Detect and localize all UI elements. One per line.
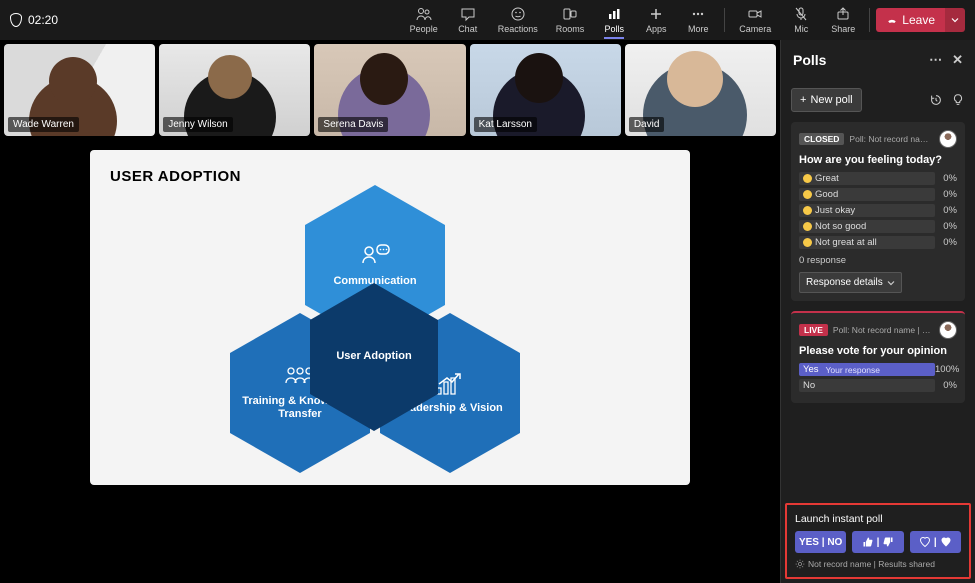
avatar xyxy=(939,321,957,339)
plus-icon xyxy=(648,6,664,22)
meeting-toolbar: People Chat Reactions Rooms Polls Apps M… xyxy=(402,4,965,36)
panel-more-icon[interactable]: ⋯ xyxy=(929,52,942,68)
chevron-down-icon xyxy=(951,16,959,24)
response-details-button[interactable]: Response details xyxy=(799,272,902,293)
heart-icon xyxy=(919,536,931,548)
plus-icon: + xyxy=(800,94,806,106)
launch-title: Launch instant poll xyxy=(795,513,961,525)
share-icon xyxy=(835,6,851,22)
mic-button[interactable]: Mic xyxy=(781,4,821,36)
top-bar: 02:20 People Chat Reactions Rooms Polls … xyxy=(0,0,975,40)
poll-option: Good 0% xyxy=(799,188,957,201)
participant-tile[interactable]: Jenny Wilson xyxy=(159,44,310,136)
participant-tile[interactable]: Kat Larsson xyxy=(470,44,621,136)
emoji-icon xyxy=(803,238,812,247)
heart-filled-icon xyxy=(940,536,952,548)
leave-icon xyxy=(886,14,898,26)
avatar xyxy=(939,130,957,148)
leadership-icon xyxy=(435,370,465,396)
emoji-icon xyxy=(803,206,812,215)
chat-icon xyxy=(460,6,476,22)
panel-toolbar: + New poll xyxy=(781,80,975,114)
poll-response-count: 0 response xyxy=(799,255,957,266)
status-badge: LIVE xyxy=(799,324,828,336)
emoji-icon xyxy=(803,222,812,231)
reactions-button[interactable]: Reactions xyxy=(490,4,546,36)
main-area: Wade Warren Jenny Wilson Serena Davis Ka… xyxy=(0,40,975,583)
status-badge: CLOSED xyxy=(799,133,844,145)
polls-panel: Polls ⋯ ✕ + New poll CLOSED Poll: Not re… xyxy=(780,40,975,583)
emoji-icon xyxy=(803,190,812,199)
poll-option: Not so good 0% xyxy=(799,220,957,233)
participant-name: Kat Larsson xyxy=(474,117,537,132)
separator xyxy=(724,8,725,32)
camera-button[interactable]: Camera xyxy=(731,4,779,36)
meeting-timer: 02:20 xyxy=(10,13,58,27)
launch-hearts-button[interactable]: | xyxy=(910,531,961,553)
poll-card-closed: CLOSED Poll: Not record name | ... How a… xyxy=(791,122,965,301)
panel-title: Polls xyxy=(793,52,826,68)
poll-card-live: LIVE Poll: Not record name | Res... Plea… xyxy=(791,311,965,403)
meeting-stage: Wade Warren Jenny Wilson Serena Davis Ka… xyxy=(0,40,780,583)
poll-option[interactable]: YesYour response 100% xyxy=(799,363,957,376)
poll-question: Please vote for your opinion xyxy=(799,345,957,357)
chat-button[interactable]: Chat xyxy=(448,4,488,36)
poll-meta: Poll: Not record name | ... xyxy=(849,134,934,144)
idea-icon[interactable] xyxy=(951,93,965,107)
participant-name: Jenny Wilson xyxy=(163,117,232,132)
gear-icon xyxy=(795,559,805,569)
participant-name: David xyxy=(629,117,665,132)
rooms-icon xyxy=(562,6,578,22)
shield-icon xyxy=(10,13,22,27)
separator xyxy=(869,8,870,32)
poll-option: Great 0% xyxy=(799,172,957,185)
polls-button[interactable]: Polls xyxy=(594,4,634,36)
emoji-icon xyxy=(803,174,812,183)
apps-button[interactable]: Apps xyxy=(636,4,676,36)
participant-tile[interactable]: David xyxy=(625,44,776,136)
more-button[interactable]: More xyxy=(678,4,718,36)
panel-header: Polls ⋯ ✕ xyxy=(781,40,975,80)
slide-title: USER ADOPTION xyxy=(110,168,670,185)
launch-yesno-button[interactable]: YES | NO xyxy=(795,531,846,553)
rooms-button[interactable]: Rooms xyxy=(548,4,593,36)
hex-diagram: Communication Training & Knowledge Trans… xyxy=(110,185,670,475)
camera-icon xyxy=(747,6,763,22)
poll-meta: Poll: Not record name | Res... xyxy=(833,325,934,335)
communication-icon xyxy=(359,241,391,269)
shared-slide: USER ADOPTION Communication Training & K… xyxy=(90,150,690,485)
leave-caret-button[interactable] xyxy=(945,8,965,32)
share-button[interactable]: Share xyxy=(823,4,863,36)
new-poll-button[interactable]: + New poll xyxy=(791,88,862,112)
poll-question: How are you feeling today? xyxy=(799,154,957,166)
participants-row: Wade Warren Jenny Wilson Serena Davis Ka… xyxy=(0,40,780,140)
launch-thumbs-button[interactable]: | xyxy=(852,531,903,553)
thumbs-down-icon xyxy=(882,536,894,548)
thumbs-up-icon xyxy=(862,536,874,548)
poll-option: Not great at all 0% xyxy=(799,236,957,249)
leave-button[interactable]: Leave xyxy=(876,8,945,32)
participant-tile[interactable]: Wade Warren xyxy=(4,44,155,136)
launch-instant-poll-panel: Launch instant poll YES | NO | | Not rec… xyxy=(785,503,971,579)
history-icon[interactable] xyxy=(929,93,943,107)
people-button[interactable]: People xyxy=(402,4,446,36)
chevron-down-icon xyxy=(887,279,895,287)
poll-list[interactable]: CLOSED Poll: Not record name | ... How a… xyxy=(781,114,975,503)
participant-name: Wade Warren xyxy=(8,117,79,132)
leave-button-group: Leave xyxy=(876,8,965,32)
launch-meta: Not record name | Results shared xyxy=(795,559,961,569)
polls-icon xyxy=(606,6,622,22)
poll-option: Just okay 0% xyxy=(799,204,957,217)
smile-icon xyxy=(510,6,526,22)
more-icon xyxy=(690,6,706,22)
close-icon[interactable]: ✕ xyxy=(952,52,963,68)
mic-off-icon xyxy=(793,6,809,22)
participant-name: Serena Davis xyxy=(318,117,388,132)
timer-text: 02:20 xyxy=(28,13,58,27)
participant-tile[interactable]: Serena Davis xyxy=(314,44,465,136)
poll-option[interactable]: No 0% xyxy=(799,379,957,392)
people-icon xyxy=(416,6,432,22)
